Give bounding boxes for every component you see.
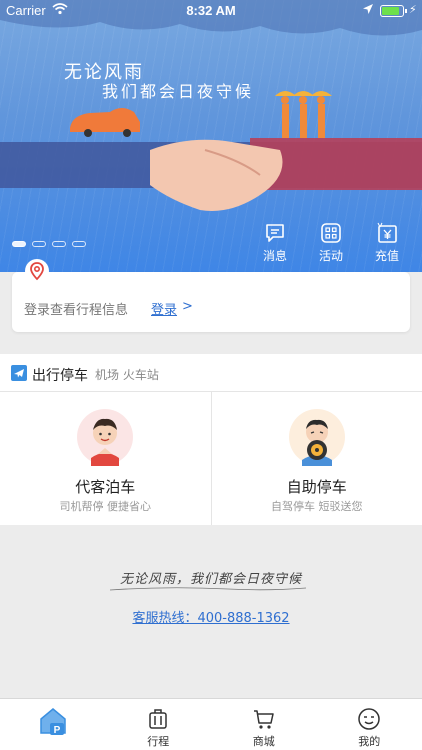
self-parking-title: 自助停车: [286, 478, 347, 496]
valet-parking-title: 代客泊车: [75, 478, 136, 496]
charging-bolt-icon: ⚡: [409, 3, 417, 16]
location-arrow-icon: [363, 4, 373, 14]
activities-button[interactable]: 活动: [314, 222, 348, 264]
section-title: 出行停车: [32, 368, 88, 384]
login-link[interactable]: 登录: [151, 299, 177, 318]
airplane-icon: [11, 365, 27, 381]
login-prompt: 登录查看行程信息: [24, 303, 129, 318]
self-parking-desc: 自驾停车 短驳送您: [271, 500, 363, 513]
bottom-tab-bar: P 行程 商城 我的: [0, 698, 422, 750]
tab-trips[interactable]: 行程: [106, 699, 212, 750]
valet-parking-card[interactable]: 代客泊车 司机帮停 便捷省心: [0, 392, 211, 525]
slogan-underline: [109, 587, 307, 591]
travel-parking-header: 出行停车 机场 火车站: [0, 354, 422, 392]
footer-slogan: 无论风雨，我们都会日夜守候: [119, 572, 302, 587]
service-options: 代客泊车 司机帮停 便捷省心 自助停车 自驾停车 短驳送您: [0, 392, 422, 525]
banner-dot-3[interactable]: [52, 241, 66, 247]
banner-slogan-line2: 我们都会日夜守候: [102, 82, 255, 101]
luggage-icon: [149, 709, 167, 729]
status-time: 8:32 AM: [186, 3, 236, 18]
recharge-yen-icon: [377, 222, 397, 243]
messages-button[interactable]: 消息: [258, 222, 292, 264]
home-parking-icon: P: [40, 708, 66, 736]
promo-banner[interactable]: 无论风雨 我们都会日夜守候 消息 活动 充值: [0, 0, 422, 272]
face-icon: [358, 708, 380, 730]
tab-mall[interactable]: 商城: [211, 699, 317, 750]
banner-dot-2[interactable]: [32, 241, 46, 247]
tab-profile-label: 我的: [358, 735, 381, 748]
tab-home[interactable]: P: [0, 699, 106, 750]
activity-grid-icon: [321, 223, 341, 243]
location-pin-icon: [25, 259, 49, 283]
tab-profile[interactable]: 我的: [317, 699, 422, 750]
banner-pagination[interactable]: [12, 241, 86, 247]
valet-parking-desc: 司机帮停 便捷省心: [59, 500, 152, 513]
status-bar: Carrier 8:32 AM ⚡: [0, 0, 422, 22]
login-card: 登录查看行程信息 登录 >: [12, 272, 410, 332]
messages-label: 消息: [262, 249, 287, 263]
banner-dot-1[interactable]: [12, 241, 26, 247]
valet-driver-avatar: [77, 409, 134, 466]
self-park-driver-avatar: [288, 409, 345, 466]
login-arrow[interactable]: >: [182, 299, 193, 314]
recharge-button[interactable]: 充值: [370, 222, 404, 264]
cart-icon: [253, 710, 274, 729]
self-parking-card[interactable]: 自助停车 自驾停车 短驳送您: [210, 392, 422, 525]
tab-trips-label: 行程: [147, 735, 170, 748]
svg-text:P: P: [53, 725, 60, 736]
section-subtitle: 机场 火车站: [95, 368, 159, 382]
banner-dot-4[interactable]: [72, 241, 86, 247]
customer-service-hotline[interactable]: 客服热线：400-888-1362: [0, 607, 422, 626]
recharge-label: 充值: [374, 249, 399, 263]
tab-mall-label: 商城: [252, 735, 275, 748]
quick-actions: 消息 活动 充值: [258, 222, 404, 264]
battery-icon: [380, 5, 407, 17]
message-icon: [266, 224, 284, 242]
activities-label: 活动: [318, 249, 343, 263]
